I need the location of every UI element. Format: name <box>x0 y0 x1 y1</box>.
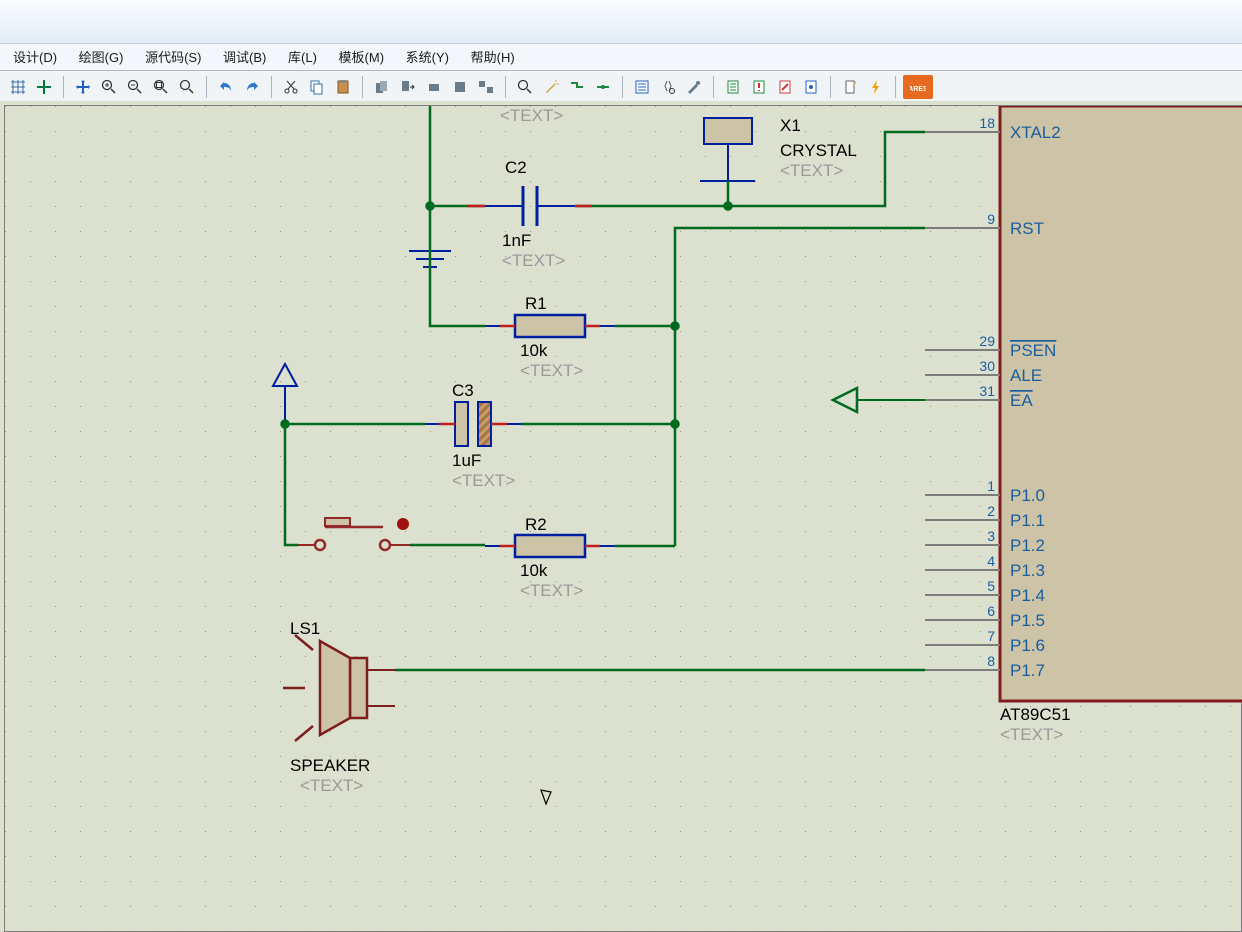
tool-copy-icon[interactable] <box>305 75 329 99</box>
top-tmpl: <TEXT> <box>500 106 563 125</box>
tool-grid-icon[interactable] <box>6 75 30 99</box>
tool-redo-icon[interactable] <box>240 75 264 99</box>
menu-system[interactable]: 系统(Y) <box>397 44 458 69</box>
svg-text:7: 7 <box>987 628 995 644</box>
c3-value: 1uF <box>452 451 481 470</box>
menu-draw[interactable]: 绘图(G) <box>70 44 133 69</box>
tool-config-icon[interactable] <box>682 75 706 99</box>
menu-lib[interactable]: 库(L) <box>279 44 326 69</box>
ic-template-text: <TEXT> <box>1000 725 1063 744</box>
menu-bar: 设计(D) 绘图(G) 源代码(S) 调试(B) 库(L) 模板(M) 系统(Y… <box>0 44 1242 71</box>
tool-flash-icon[interactable] <box>864 75 888 99</box>
svg-text:6: 6 <box>987 603 995 619</box>
c3-name: C3 <box>452 381 474 400</box>
tool-zoom-area-icon[interactable] <box>175 75 199 99</box>
tool-new-icon[interactable] <box>838 75 862 99</box>
svg-text:8: 8 <box>987 653 995 669</box>
menu-help[interactable]: 帮助(H) <box>462 44 524 69</box>
tool-origin-icon[interactable] <box>32 75 56 99</box>
tool-autoroute-icon[interactable] <box>565 75 589 99</box>
svg-text:3: 3 <box>987 528 995 544</box>
pin-label-ea: EA <box>1010 391 1033 410</box>
pin-num-18: 18 <box>979 115 995 131</box>
tool-zoom2-icon[interactable] <box>513 75 537 99</box>
r2-value: 10k <box>520 561 548 580</box>
toolbar: ARES <box>0 71 1242 104</box>
tool-block-rotate-icon[interactable] <box>422 75 446 99</box>
pin-label-psen: PSEN <box>1010 341 1056 360</box>
app-window: 设计(D) 绘图(G) 源代码(S) 调试(B) 库(L) 模板(M) 系统(Y… <box>0 0 1242 932</box>
r2-tmpl: <TEXT> <box>520 581 583 600</box>
tool-block-copy-icon[interactable] <box>370 75 394 99</box>
x1-name: X1 <box>780 116 801 135</box>
menu-design[interactable]: 设计(D) <box>4 44 66 69</box>
svg-text:1: 1 <box>987 478 995 494</box>
schematic-canvas[interactable]: 18 XTAL2 9 RST 29 PSEN 30 ALE 31 <box>0 101 1242 932</box>
svg-text:P1.5: P1.5 <box>1010 611 1045 630</box>
tool-ares-icon[interactable]: ARES <box>903 75 933 99</box>
pin-num-31: 31 <box>979 383 995 399</box>
svg-text:P1.6: P1.6 <box>1010 636 1045 655</box>
title-bar <box>0 0 1242 44</box>
svg-text:5: 5 <box>987 578 995 594</box>
svg-text:4: 4 <box>987 553 995 569</box>
pin-label-xtal2: XTAL2 <box>1010 123 1061 142</box>
x1-value: CRYSTAL <box>780 141 857 160</box>
pin-num-30: 30 <box>979 358 995 374</box>
switch-actuator-icon[interactable] <box>397 518 409 530</box>
menu-template[interactable]: 模板(M) <box>330 44 394 69</box>
tool-property-icon[interactable] <box>630 75 654 99</box>
tool-netlist-icon[interactable] <box>773 75 797 99</box>
ls1-tmpl: <TEXT> <box>300 776 363 795</box>
tool-compile-icon[interactable] <box>799 75 823 99</box>
svg-text:P1.0: P1.0 <box>1010 486 1045 505</box>
menu-debug[interactable]: 调试(B) <box>214 44 275 69</box>
tool-zoom-fit-icon[interactable] <box>149 75 173 99</box>
r1-tmpl: <TEXT> <box>520 361 583 380</box>
r1-value: 10k <box>520 341 548 360</box>
tool-bom-icon[interactable] <box>721 75 745 99</box>
pin-num-9: 9 <box>987 211 995 227</box>
svg-text:2: 2 <box>987 503 995 519</box>
c2-name: C2 <box>505 158 527 177</box>
tool-pick-icon[interactable] <box>474 75 498 99</box>
tool-search-net-icon[interactable] <box>591 75 615 99</box>
c2-tmpl: <TEXT> <box>502 251 565 270</box>
svg-text:P1.7: P1.7 <box>1010 661 1045 680</box>
r1-name: R1 <box>525 294 547 313</box>
pin-label-ale: ALE <box>1010 366 1042 385</box>
tool-erc-icon[interactable] <box>747 75 771 99</box>
tool-find-icon[interactable] <box>656 75 680 99</box>
ic-part-name: AT89C51 <box>1000 705 1071 724</box>
pin-label-rst: RST <box>1010 219 1044 238</box>
c2-value: 1nF <box>502 231 531 250</box>
svg-text:ARES: ARES <box>910 86 926 93</box>
tool-block-delete-icon[interactable] <box>448 75 472 99</box>
x1-tmpl: <TEXT> <box>780 161 843 180</box>
menu-source[interactable]: 源代码(S) <box>136 44 210 69</box>
ls1-name: LS1 <box>290 619 320 638</box>
tool-zoom-out-icon[interactable] <box>123 75 147 99</box>
tool-wizard-icon[interactable] <box>539 75 563 99</box>
tool-undo-icon[interactable] <box>214 75 238 99</box>
tool-paste-icon[interactable] <box>331 75 355 99</box>
ls1-value: SPEAKER <box>290 756 370 775</box>
tool-cut-icon[interactable] <box>279 75 303 99</box>
svg-text:P1.1: P1.1 <box>1010 511 1045 530</box>
tool-pan-icon[interactable] <box>71 75 95 99</box>
tool-zoom-in-icon[interactable] <box>97 75 121 99</box>
pin-num-29: 29 <box>979 333 995 349</box>
svg-text:P1.4: P1.4 <box>1010 586 1045 605</box>
tool-block-move-icon[interactable] <box>396 75 420 99</box>
r2-name: R2 <box>525 515 547 534</box>
svg-text:P1.2: P1.2 <box>1010 536 1045 555</box>
c3-tmpl: <TEXT> <box>452 471 515 490</box>
svg-text:P1.3: P1.3 <box>1010 561 1045 580</box>
